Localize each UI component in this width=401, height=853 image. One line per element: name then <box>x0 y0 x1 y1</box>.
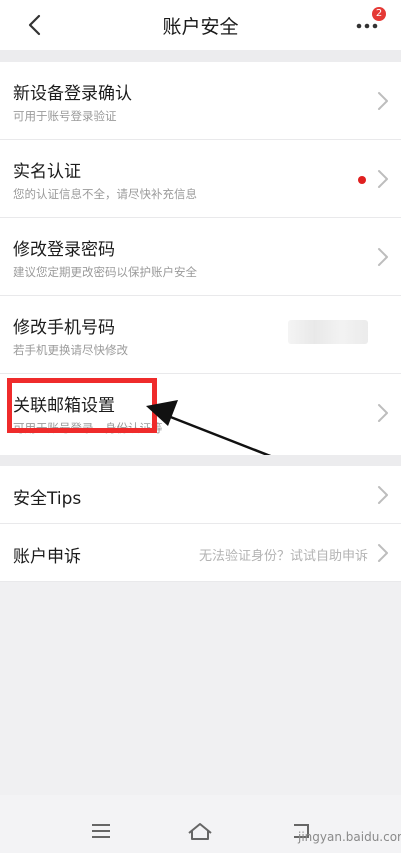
page-title: 账户安全 <box>162 16 239 38</box>
system-nav-bar <box>0 795 401 853</box>
notification-badge: 2 <box>372 7 386 21</box>
account-appeal-item[interactable]: 账户申诉 无法验证身份？试试自助申诉 <box>0 524 401 582</box>
chevron-right-icon <box>378 248 388 266</box>
item-description: 建议您定期更改密码以保护账户安全 <box>13 265 197 279</box>
item-label: 账户申诉 <box>13 547 81 567</box>
top-bar: 账户安全 2 <box>0 0 401 50</box>
home-icon[interactable] <box>187 820 213 842</box>
menu-icon[interactable] <box>88 820 114 842</box>
chevron-right-icon <box>378 170 388 188</box>
change-password-item[interactable]: 修改登录密码 建议您定期更改密码以保护账户安全 <box>0 218 401 296</box>
masked-phone-number <box>288 320 368 344</box>
watermark-text: jingyan.baidu.com <box>298 830 401 844</box>
item-description: 可用于账号登录验证 <box>13 109 117 123</box>
chevron-right-icon <box>378 486 388 504</box>
section-gap <box>0 50 401 62</box>
new-device-login-item[interactable]: 新设备登录确认 可用于账号登录验证 <box>0 62 401 140</box>
item-description: 若手机更换请尽快修改 <box>13 343 128 357</box>
item-label: 修改手机号码 <box>13 318 115 338</box>
real-name-verification-item[interactable]: 实名认证 您的认证信息不全，请尽快补充信息 <box>0 140 401 218</box>
item-hint: 无法验证身份？试试自助申诉 <box>198 549 368 564</box>
status-dot <box>358 176 366 184</box>
chevron-right-icon <box>378 404 388 422</box>
item-label: 修改登录密码 <box>13 240 115 260</box>
section-gap <box>0 455 401 466</box>
highlight-box <box>7 378 157 433</box>
security-tips-item[interactable]: 安全Tips <box>0 466 401 524</box>
item-label: 安全Tips <box>13 489 82 509</box>
item-label: 新设备登录确认 <box>13 84 132 104</box>
chevron-right-icon <box>378 544 388 562</box>
chevron-right-icon <box>378 92 388 110</box>
item-label: 实名认证 <box>13 162 81 182</box>
item-description: 您的认证信息不全，请尽快补充信息 <box>13 187 197 201</box>
